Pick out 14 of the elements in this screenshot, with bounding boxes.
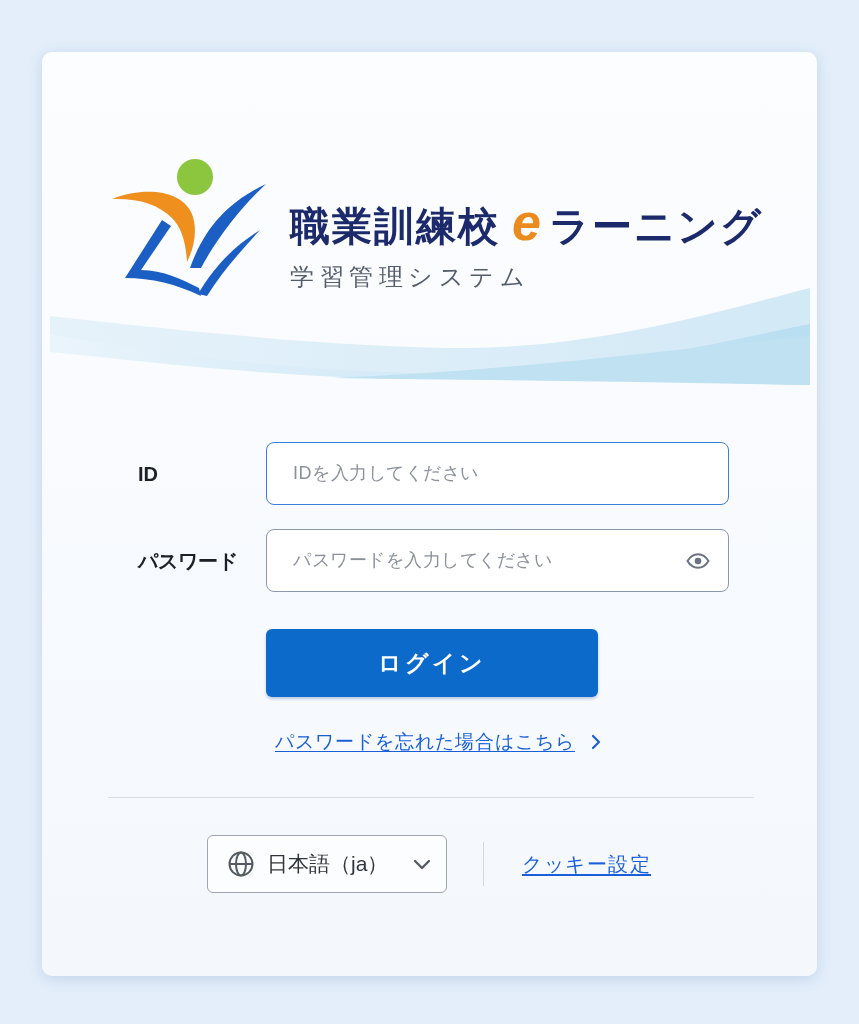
language-select[interactable]: 日本語（ja） xyxy=(207,835,447,893)
login-button[interactable]: ログイン xyxy=(266,629,598,697)
id-input[interactable]: IDを入力してください xyxy=(266,442,729,505)
eye-icon[interactable] xyxy=(686,552,710,569)
field-label: パスワード xyxy=(138,548,238,573)
globe-icon xyxy=(228,851,254,877)
app-subtitle: 学習管理システム xyxy=(290,262,531,292)
app-title: 職業訓練校 e ラーニング xyxy=(290,198,763,250)
chevron-down-icon xyxy=(413,858,431,870)
cookie-settings-link[interactable]: クッキー設定 xyxy=(522,852,651,876)
password-input[interactable]: パスワードを入力してください xyxy=(266,529,729,592)
forgot-password-link[interactable]: パスワードを忘れた場合はこちら xyxy=(275,731,575,753)
field-label: ID xyxy=(138,461,158,486)
chevron-right-icon xyxy=(591,734,601,750)
